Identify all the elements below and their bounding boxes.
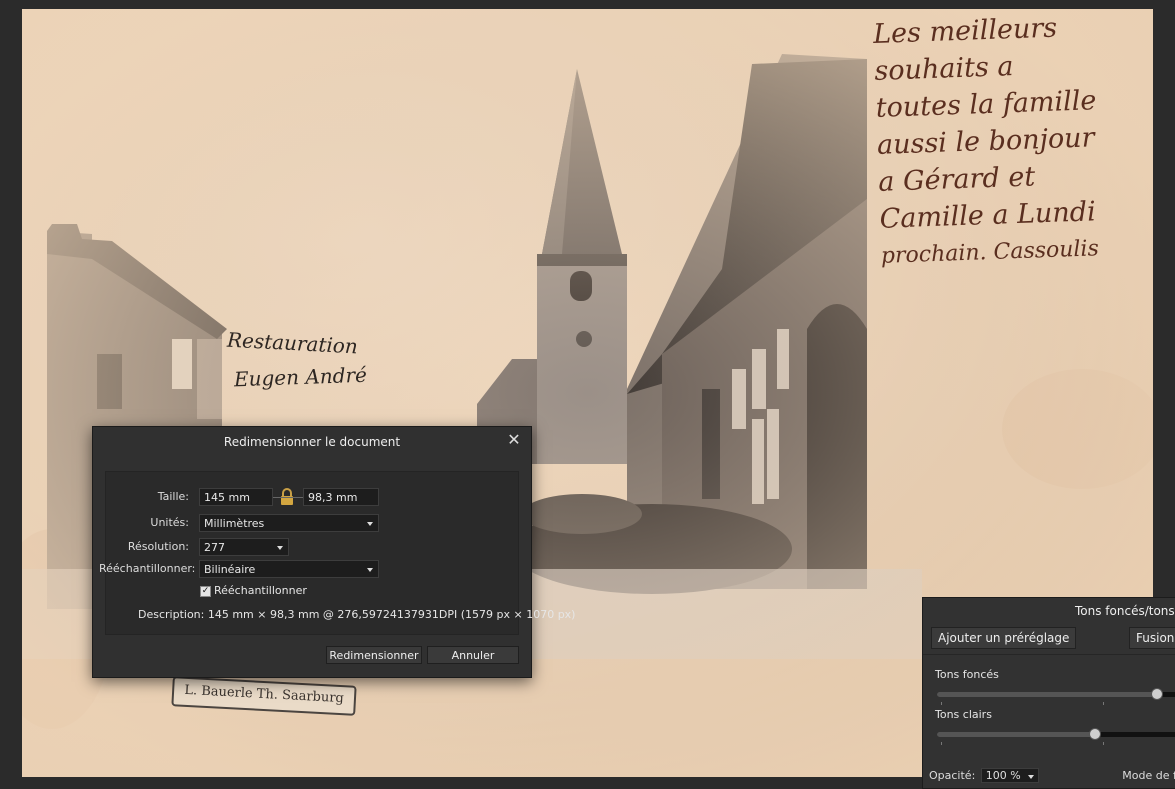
shadows-slider-handle[interactable] bbox=[1151, 688, 1163, 700]
resize-document-dialog: Redimensionner le document ✕ Taille: 145… bbox=[92, 426, 575, 678]
resample-checkbox[interactable]: ✓ bbox=[200, 586, 211, 597]
restaurant-sign-line2: Eugen André bbox=[233, 362, 368, 392]
shadows-slider[interactable] bbox=[937, 688, 1175, 700]
resample-label: Rééchantillonner: bbox=[99, 562, 196, 575]
slider-tick bbox=[1103, 742, 1104, 745]
close-icon[interactable]: ✕ bbox=[507, 432, 521, 448]
handwritten-note: Les meilleurs souhaits a toutes la famil… bbox=[873, 9, 1153, 275]
shadows-label: Tons foncés bbox=[935, 668, 999, 681]
shadows-slider-fill bbox=[937, 692, 1156, 697]
height-field[interactable]: 98,3 mm bbox=[303, 488, 379, 506]
units-value: Millimètres bbox=[204, 517, 265, 530]
divider bbox=[923, 654, 1175, 655]
description-text: Description: 145 mm × 98,3 mm @ 276,5972… bbox=[138, 608, 576, 621]
resample-select[interactable]: Bilinéaire bbox=[199, 560, 379, 578]
highlights-label: Tons clairs bbox=[935, 708, 992, 721]
chevron-down-icon[interactable] bbox=[277, 546, 283, 550]
resolution-label: Résolution: bbox=[127, 540, 189, 553]
units-select[interactable]: Millimètres bbox=[199, 514, 379, 532]
resolution-combo[interactable]: 277 bbox=[199, 538, 289, 556]
lock-link-line bbox=[273, 497, 303, 498]
blend-mode-label: Mode de fusion bbox=[1122, 769, 1175, 782]
chevron-down-icon bbox=[367, 522, 373, 526]
opacity-label: Opacité: bbox=[929, 769, 976, 782]
resize-button[interactable]: Redimensionner bbox=[326, 646, 422, 664]
width-field[interactable]: 145 mm bbox=[199, 488, 273, 506]
highlights-slider-handle[interactable] bbox=[1089, 728, 1101, 740]
add-preset-button[interactable]: Ajouter un préréglage bbox=[931, 627, 1077, 649]
dialog-settings-panel: Taille: 145 mm 98,3 mm Unités: Millimètr… bbox=[99, 471, 575, 635]
opacity-row: Opacité: 100 % Mode de fusion bbox=[929, 768, 1175, 783]
panel-title: Tons foncés/tons clairs bbox=[1075, 604, 1175, 618]
opacity-select[interactable]: 100 % bbox=[980, 768, 1039, 783]
cancel-button[interactable]: Annuler bbox=[427, 646, 519, 664]
chevron-down-icon bbox=[367, 568, 373, 572]
highlights-slider-fill bbox=[937, 732, 1094, 737]
opacity-value: 100 % bbox=[985, 769, 1021, 782]
resolution-value: 277 bbox=[204, 541, 225, 554]
blend-button[interactable]: Fusionner bbox=[1129, 627, 1175, 649]
size-label: Taille: bbox=[157, 490, 189, 503]
slider-tick bbox=[941, 702, 942, 705]
chevron-down-icon bbox=[1027, 775, 1034, 779]
slider-tick bbox=[941, 742, 942, 745]
dialog-title: Redimensionner le document bbox=[223, 435, 401, 449]
resample-value: Bilinéaire bbox=[204, 563, 256, 576]
resample-checkbox-label: Rééchantillonner bbox=[214, 584, 307, 597]
highlights-slider[interactable] bbox=[937, 728, 1175, 740]
slider-tick bbox=[1103, 702, 1104, 705]
units-label: Unités: bbox=[150, 516, 189, 529]
shadows-highlights-panel: Tons foncés/tons clairs Ajouter un préré… bbox=[922, 597, 1175, 789]
